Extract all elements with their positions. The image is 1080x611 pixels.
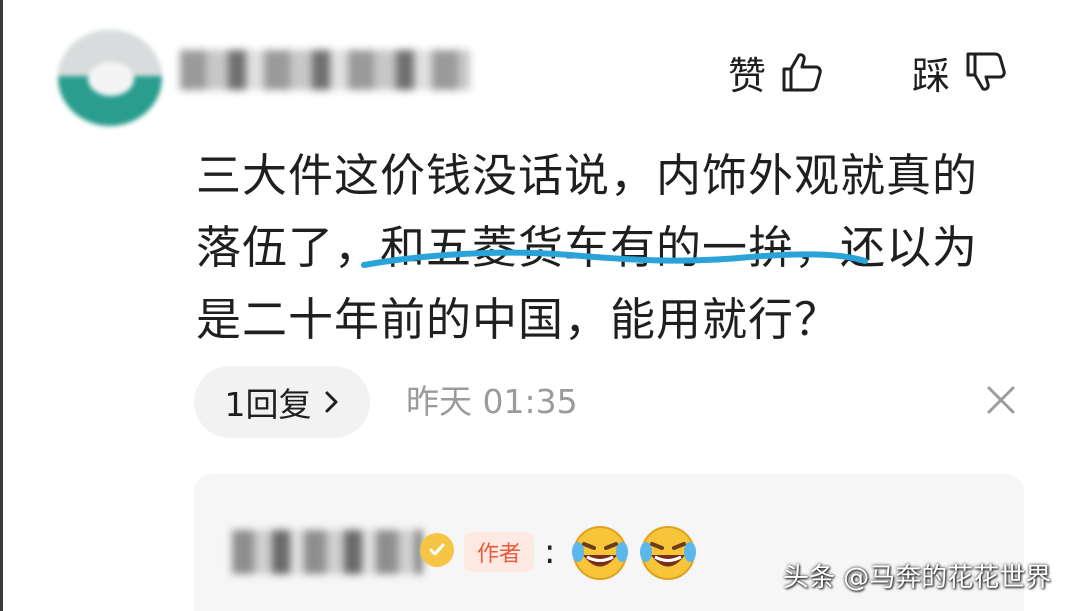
like-label: 赞 (728, 53, 767, 98)
source-watermark: 头条 @马奔的花花世界 (783, 563, 1052, 593)
dislike-label: 踩 (912, 53, 951, 98)
verified-badge-icon (420, 533, 454, 567)
left-edge-divider (0, 0, 3, 611)
comment-timestamp: 昨天 01:35 (406, 382, 578, 421)
close-icon[interactable] (985, 384, 1017, 420)
commenter-username-blurred[interactable] (180, 50, 470, 90)
laughing-crying-emoji-icon (570, 522, 630, 586)
hand-drawn-underline (361, 249, 868, 268)
comment-line-3: 是二十年前的中国，能用就行？ (196, 293, 841, 346)
dislike-button[interactable]: 踩 (912, 40, 1008, 104)
chevron-right-icon (324, 383, 340, 422)
thumbs-down-icon (964, 50, 1008, 94)
reply-count-label: 1回复 (224, 385, 312, 424)
laughing-crying-emoji-icon (638, 522, 698, 586)
commenter-avatar-blurred[interactable] (58, 30, 162, 126)
thumbs-up-icon (780, 50, 824, 94)
reply-username-blurred[interactable] (232, 530, 422, 574)
like-button[interactable]: 赞 (728, 40, 824, 104)
reply-colon: : (544, 532, 556, 572)
comment-line-1: 三大件这价钱没话说，内饰外观就真的 (196, 149, 979, 202)
author-tag: 作者 (464, 532, 534, 572)
view-replies-button[interactable]: 1回复 (194, 366, 370, 438)
